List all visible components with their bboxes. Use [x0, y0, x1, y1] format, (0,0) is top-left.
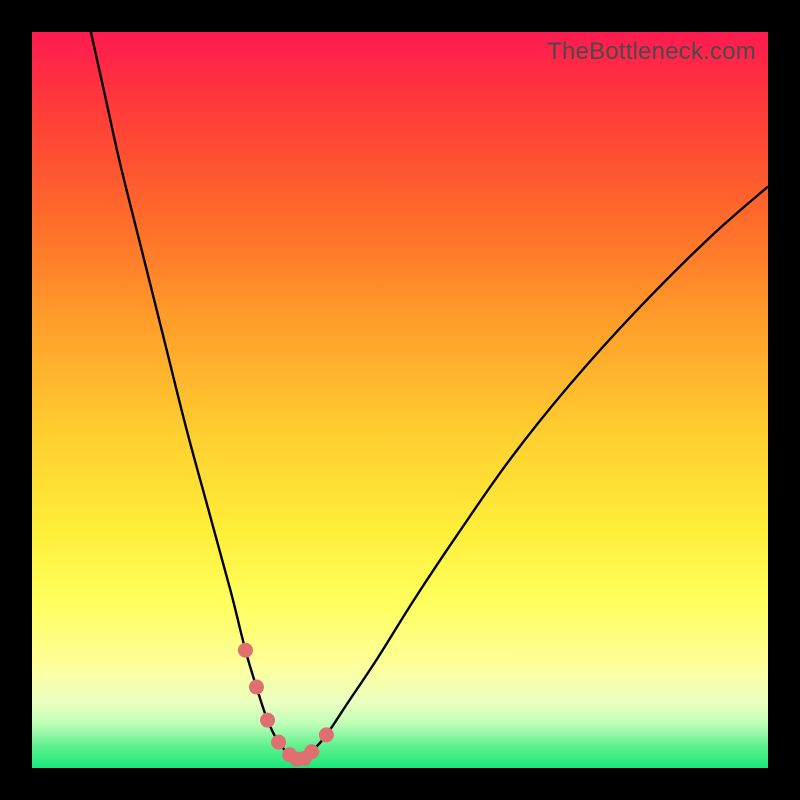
- marker-point: [260, 713, 275, 728]
- curve-layer: [32, 32, 768, 768]
- chart-frame: TheBottleneck.com: [0, 0, 800, 800]
- marker-point: [271, 735, 286, 750]
- plot-area: TheBottleneck.com: [32, 32, 768, 768]
- marker-point: [304, 744, 319, 759]
- marker-point: [319, 727, 334, 742]
- curve-markers: [238, 643, 334, 767]
- bottleneck-curve: [91, 32, 768, 760]
- marker-point: [249, 680, 264, 695]
- marker-point: [238, 643, 253, 658]
